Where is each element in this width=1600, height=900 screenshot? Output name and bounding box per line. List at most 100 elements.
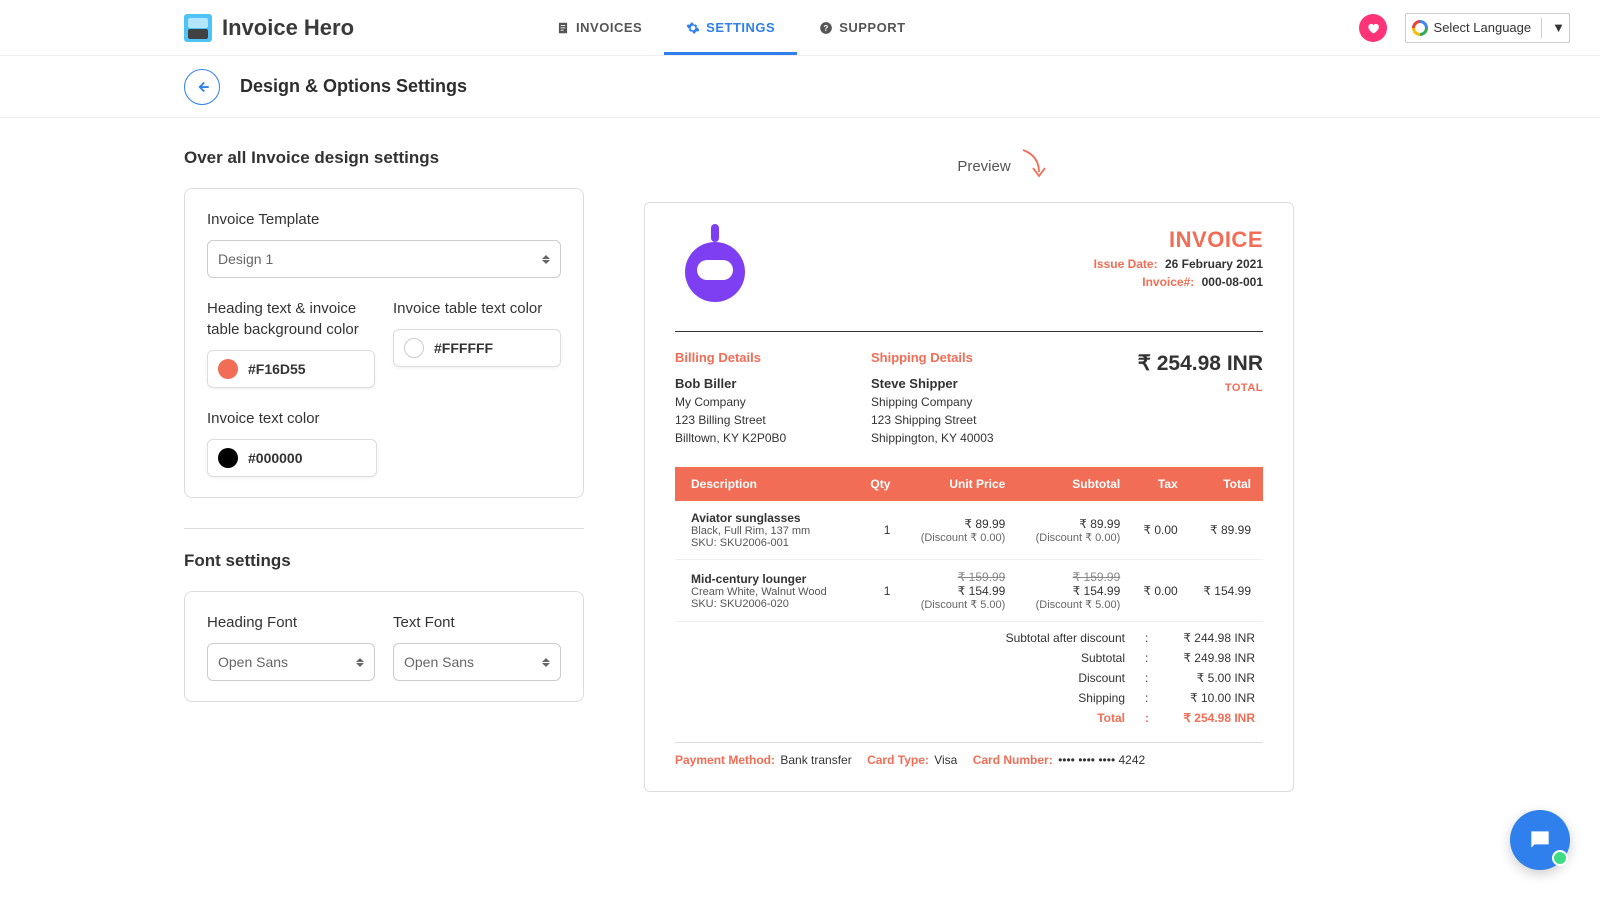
item-subtotal-orig: ₹ 159.99 — [1021, 570, 1120, 584]
template-select[interactable]: Design 1 — [207, 240, 561, 278]
item-subtotal-discount: (Discount ₹ 5.00) — [1021, 598, 1120, 611]
billing-company: My Company — [675, 393, 871, 411]
col-total: Total — [1186, 467, 1263, 501]
template-label: Invoice Template — [207, 209, 561, 230]
item-unit: ₹ 89.99 — [906, 517, 1005, 531]
arrow-down-icon — [1019, 148, 1047, 184]
logo-icon — [184, 14, 212, 42]
invoice-summary: Subtotal after discount:₹ 244.98 INR Sub… — [675, 628, 1263, 728]
card-number-label: Card Number: — [973, 753, 1053, 767]
text-font-select[interactable]: Open Sans — [393, 643, 561, 681]
select-value: Open Sans — [218, 654, 288, 670]
table-row: Aviator sunglasses Black, Full Rim, 137 … — [675, 501, 1263, 560]
item-qty: 1 — [857, 560, 898, 622]
language-label: Select Language — [1434, 20, 1532, 35]
item-total: ₹ 89.99 — [1186, 501, 1263, 560]
summary-value: ₹ 244.98 INR — [1155, 631, 1255, 645]
topbar-right: Select Language ▼ — [1359, 13, 1570, 43]
billing-city: Billtown, KY K2P0B0 — [675, 429, 871, 447]
invoice-total: ₹ 254.98 INR TOTAL — [1067, 348, 1263, 447]
invoice-number-label: Invoice#: — [1142, 275, 1194, 289]
color-swatch — [218, 448, 238, 468]
select-value: Open Sans — [404, 654, 474, 670]
shipping-details: Shipping Details Steve Shipper Shipping … — [871, 348, 1067, 447]
summary-label: Discount — [675, 671, 1145, 685]
shipping-company: Shipping Company — [871, 393, 1067, 411]
design-card: Invoice Template Design 1 Heading text &… — [184, 188, 584, 498]
select-value: Design 1 — [218, 251, 273, 267]
table-text-color-input[interactable]: #FFFFFF — [393, 329, 561, 367]
item-variant: Cream White, Walnut Wood — [691, 586, 849, 598]
item-subtotal: ₹ 89.99 — [1021, 517, 1120, 531]
heading-color-input[interactable]: #F16D55 — [207, 350, 375, 388]
text-font-label: Text Font — [393, 612, 561, 633]
heading-font-select[interactable]: Open Sans — [207, 643, 375, 681]
preview-label: Preview — [544, 148, 1460, 184]
favorite-button[interactable] — [1359, 14, 1387, 42]
invoice-text-color-input[interactable]: #000000 — [207, 439, 377, 477]
heading-font-label: Heading Font — [207, 612, 375, 633]
summary-label: Shipping — [675, 691, 1145, 705]
svg-text:?: ? — [824, 23, 829, 32]
divider — [1541, 18, 1542, 38]
nav-support[interactable]: ? SUPPORT — [797, 0, 927, 55]
app-name: Invoice Hero — [222, 15, 354, 41]
nav-label: SUPPORT — [839, 20, 905, 35]
color-swatch — [404, 338, 424, 358]
item-subtotal-discount: (Discount ₹ 0.00) — [1021, 531, 1120, 544]
gear-icon — [686, 21, 700, 35]
item-sku: SKU: SKU2006-020 — [691, 598, 849, 610]
item-unit: ₹ 154.99 — [906, 584, 1005, 598]
item-qty: 1 — [857, 501, 898, 560]
total-amount: ₹ 254.98 INR — [1067, 348, 1263, 380]
item-total: ₹ 154.99 — [1186, 560, 1263, 622]
item-name: Mid-century lounger — [691, 572, 849, 586]
item-variant: Black, Full Rim, 137 mm — [691, 525, 849, 537]
summary-value: ₹ 5.00 INR — [1155, 671, 1255, 685]
font-card: Heading Font Open Sans Text Font Open Sa… — [184, 591, 584, 702]
nav-settings[interactable]: SETTINGS — [664, 0, 797, 55]
shipping-city: Shippington, KY 40003 — [871, 429, 1067, 447]
invoice-number-value: 000-08-001 — [1202, 275, 1263, 289]
summary-value: ₹ 10.00 INR — [1155, 691, 1255, 705]
google-icon — [1412, 20, 1428, 36]
item-subtotal: ₹ 154.99 — [1021, 584, 1120, 598]
app-logo[interactable]: Invoice Hero — [184, 14, 354, 42]
nav-invoices[interactable]: INVOICES — [534, 0, 664, 55]
language-selector[interactable]: Select Language ▼ — [1405, 13, 1570, 43]
col-description: Description — [675, 467, 857, 501]
issue-date-value: 26 February 2021 — [1165, 257, 1263, 271]
table-text-color-label: Invoice table text color — [393, 298, 561, 319]
item-tax: ₹ 0.00 — [1128, 501, 1185, 560]
shipping-title: Shipping Details — [871, 348, 1067, 368]
summary-label: Subtotal — [675, 651, 1145, 665]
chat-button[interactable] — [1510, 810, 1570, 870]
color-value: #F16D55 — [248, 361, 306, 377]
invoices-icon — [556, 21, 570, 35]
shipping-street: 123 Shipping Street — [871, 411, 1067, 429]
topbar: Invoice Hero INVOICES SETTINGS ? SUPPORT — [0, 0, 1600, 56]
heading-color-label: Heading text & invoice table background … — [207, 298, 375, 340]
shipping-name: Steve Shipper — [871, 374, 1067, 394]
item-sku: SKU: SKU2006-001 — [691, 537, 849, 549]
summary-value: ₹ 254.98 INR — [1155, 711, 1255, 725]
company-logo — [675, 227, 755, 317]
payment-method-label: Payment Method: — [675, 753, 775, 767]
total-label: TOTAL — [1067, 380, 1263, 397]
item-name: Aviator sunglasses — [691, 511, 849, 525]
select-caret-icon — [356, 658, 364, 667]
item-unit-orig: ₹ 159.99 — [906, 570, 1005, 584]
invoice-preview: INVOICE Issue Date: 26 February 2021 Inv… — [644, 202, 1294, 792]
back-button[interactable] — [184, 69, 220, 105]
summary-label: Subtotal after discount — [675, 631, 1145, 645]
payment-method-value: Bank transfer — [780, 753, 851, 767]
payment-info: Payment Method: Bank transfer Card Type:… — [675, 742, 1263, 767]
billing-street: 123 Billing Street — [675, 411, 871, 429]
line-items-table: Description Qty Unit Price Subtotal Tax … — [675, 467, 1263, 622]
help-icon: ? — [819, 21, 833, 35]
color-swatch — [218, 359, 238, 379]
preview-panel: Preview INVOICE Issue Date: 26 February … — [644, 148, 1600, 792]
item-unit-discount: (Discount ₹ 0.00) — [906, 531, 1005, 544]
col-qty: Qty — [857, 467, 898, 501]
col-tax: Tax — [1128, 467, 1185, 501]
